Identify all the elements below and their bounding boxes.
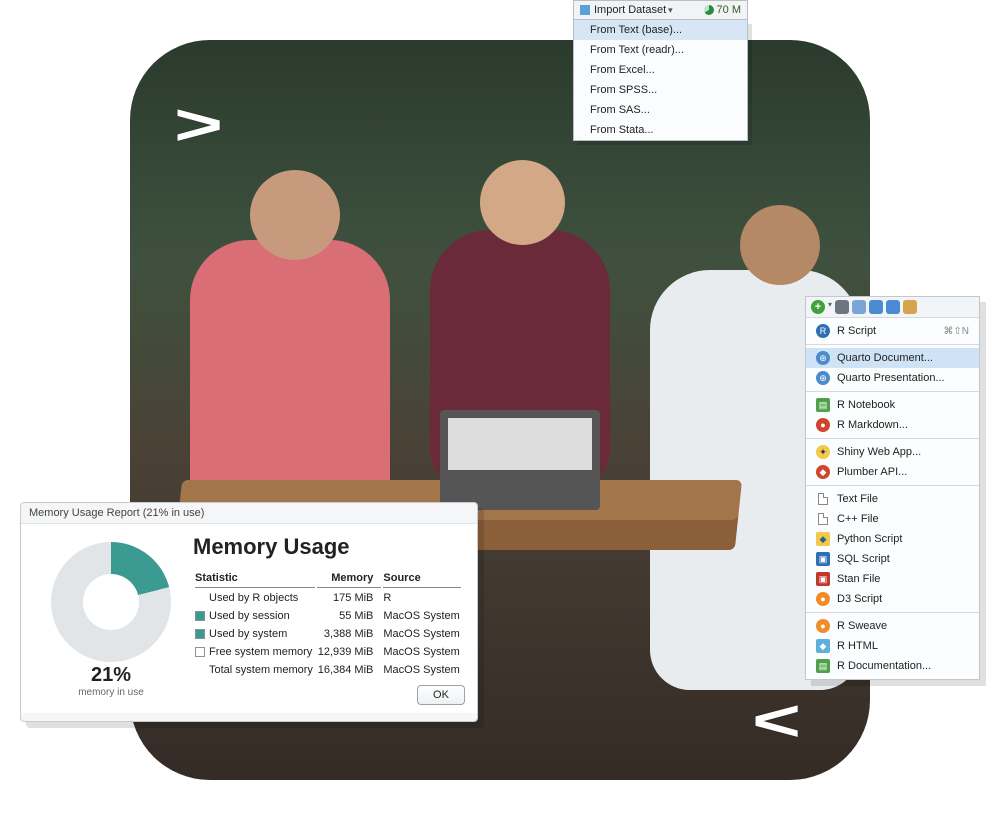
table-row: Used by session55 MiBMacOS System — [195, 608, 461, 624]
table-row: Used by R objects175 MiBR — [195, 590, 461, 606]
d3-icon: ● — [816, 592, 830, 606]
memory-badge[interactable]: 70 M — [704, 4, 741, 16]
menu-item[interactable]: ▣ Stan File — [806, 569, 979, 589]
menu-item-label: D3 Script — [837, 593, 969, 605]
rhtml-icon: ◆ — [816, 639, 830, 653]
plumber-icon: ◆ — [816, 465, 830, 479]
menu-item-label: R Documentation... — [837, 660, 969, 672]
menu-item-label: Shiny Web App... — [837, 446, 969, 458]
menu-item[interactable]: ▣ SQL Script — [806, 549, 979, 569]
text-icon — [816, 492, 830, 506]
menu-item-label: Python Script — [837, 533, 969, 545]
menu-item-label: Stan File — [837, 573, 969, 585]
branch-icon[interactable] — [852, 300, 866, 314]
sql-icon: ▣ — [816, 552, 830, 566]
menu-item[interactable]: ▤ R Notebook — [806, 395, 979, 415]
import-dataset-menu: Import Dataset ▾ 70 M From Text (base)..… — [573, 0, 748, 141]
menu-item[interactable]: ▤ R Documentation... — [806, 656, 979, 676]
import-item[interactable]: From SPSS... — [574, 80, 747, 100]
import-item[interactable]: From Text (base)... — [574, 20, 747, 40]
import-item[interactable]: From SAS... — [574, 100, 747, 120]
menu-item[interactable]: ⊕ Quarto Presentation... — [806, 368, 979, 388]
chevron-decor-bottom: < — [752, 687, 801, 755]
menu-item-label: SQL Script — [837, 553, 969, 565]
menu-item[interactable]: Text File — [806, 489, 979, 509]
import-dataset-button[interactable]: Import Dataset ▾ 70 M — [573, 0, 748, 20]
menu-item-label: Quarto Document... — [837, 352, 969, 364]
col-source: Source — [383, 572, 461, 588]
menu-item-label: C++ File — [837, 513, 969, 525]
quarto-icon: ⊕ — [816, 371, 830, 385]
menu-item-label: Plumber API... — [837, 466, 969, 478]
memory-usage-heading: Memory Usage — [193, 534, 350, 560]
chevron-decor-top: > — [174, 91, 223, 159]
quarto-icon: ⊕ — [816, 351, 830, 365]
memory-usage-table: Statistic Memory Source Used by R object… — [193, 570, 463, 680]
r-blue-icon: R — [816, 324, 830, 338]
new-file-menu: +▾ R R Script ⌘⇧N ⊕ Quarto Document... ⊕ Quart… — [805, 296, 980, 680]
new-file-toolbar: +▾ — [806, 297, 979, 318]
swatch-icon — [195, 629, 205, 639]
memory-badge-label: 70 M — [717, 4, 741, 16]
stan-icon: ▣ — [816, 572, 830, 586]
memory-percent-value: 21% — [51, 664, 171, 687]
menu-item[interactable]: ◆ R HTML — [806, 636, 979, 656]
menu-item[interactable]: ◆ Plumber API... — [806, 462, 979, 482]
memory-percent-sub: memory in use — [51, 687, 171, 698]
menu-shortcut: ⌘⇧N — [943, 326, 969, 337]
col-memory: Memory — [317, 572, 382, 588]
memory-percent-caption: 21% memory in use — [51, 664, 171, 698]
menu-item[interactable]: ● R Markdown... — [806, 415, 979, 435]
photo-laptop — [440, 410, 600, 510]
table-row: Used by system3,388 MiBMacOS System — [195, 626, 461, 642]
menu-item[interactable]: ◆ Python Script — [806, 529, 979, 549]
notebook-icon: ▤ — [816, 398, 830, 412]
menu-item-label: Text File — [837, 493, 969, 505]
table-row: Total system memory16,384 MiBMacOS Syste… — [195, 662, 461, 678]
python-icon: ◆ — [816, 532, 830, 546]
menu-item-label: Quarto Presentation... — [837, 372, 969, 384]
menu-item-label: R HTML — [837, 640, 969, 652]
pie-icon — [704, 5, 714, 15]
ok-button[interactable]: OK — [417, 685, 465, 705]
menu-item-label: R Sweave — [837, 620, 969, 632]
memory-usage-window: Memory Usage Report (21% in use) 21% mem… — [20, 502, 478, 722]
rmd-icon: ● — [816, 418, 830, 432]
menu-item-label: R Markdown... — [837, 419, 969, 431]
chevron-down-icon: ▾ — [668, 5, 673, 16]
menu-item[interactable]: R R Script ⌘⇧N — [806, 321, 979, 341]
menu-item-label: R Script — [837, 325, 936, 337]
rdoc-icon: ▤ — [816, 659, 830, 673]
swatch-icon — [195, 647, 205, 657]
import-item[interactable]: From Excel... — [574, 60, 747, 80]
memory-donut-chart — [51, 542, 171, 662]
menu-item-label: R Notebook — [837, 399, 969, 411]
col-statistic: Statistic — [195, 572, 315, 588]
cpp-icon — [816, 512, 830, 526]
menu-item[interactable]: ● R Sweave — [806, 616, 979, 636]
swatch-icon — [195, 611, 205, 621]
menu-item[interactable]: ● D3 Script — [806, 589, 979, 609]
menu-item[interactable]: ✦ Shiny Web App... — [806, 442, 979, 462]
gear-icon[interactable] — [835, 300, 849, 314]
chevron-down-icon: ▾ — [828, 300, 832, 314]
plus-circle-icon[interactable]: + — [811, 300, 825, 314]
print-icon[interactable] — [903, 300, 917, 314]
disk-icon[interactable] — [869, 300, 883, 314]
import-item[interactable]: From Text (readr)... — [574, 40, 747, 60]
menu-item[interactable]: ⊕ Quarto Document... — [806, 348, 979, 368]
shiny-icon: ✦ — [816, 445, 830, 459]
disks-icon[interactable] — [886, 300, 900, 314]
table-row: Free system memory12,939 MiBMacOS System — [195, 644, 461, 660]
import-dataset-label: Import Dataset — [594, 4, 666, 16]
table-icon — [580, 5, 590, 15]
window-titlebar: Memory Usage Report (21% in use) — [21, 503, 477, 523]
menu-item[interactable]: C++ File — [806, 509, 979, 529]
import-item[interactable]: From Stata... — [574, 120, 747, 140]
sweave-icon: ● — [816, 619, 830, 633]
